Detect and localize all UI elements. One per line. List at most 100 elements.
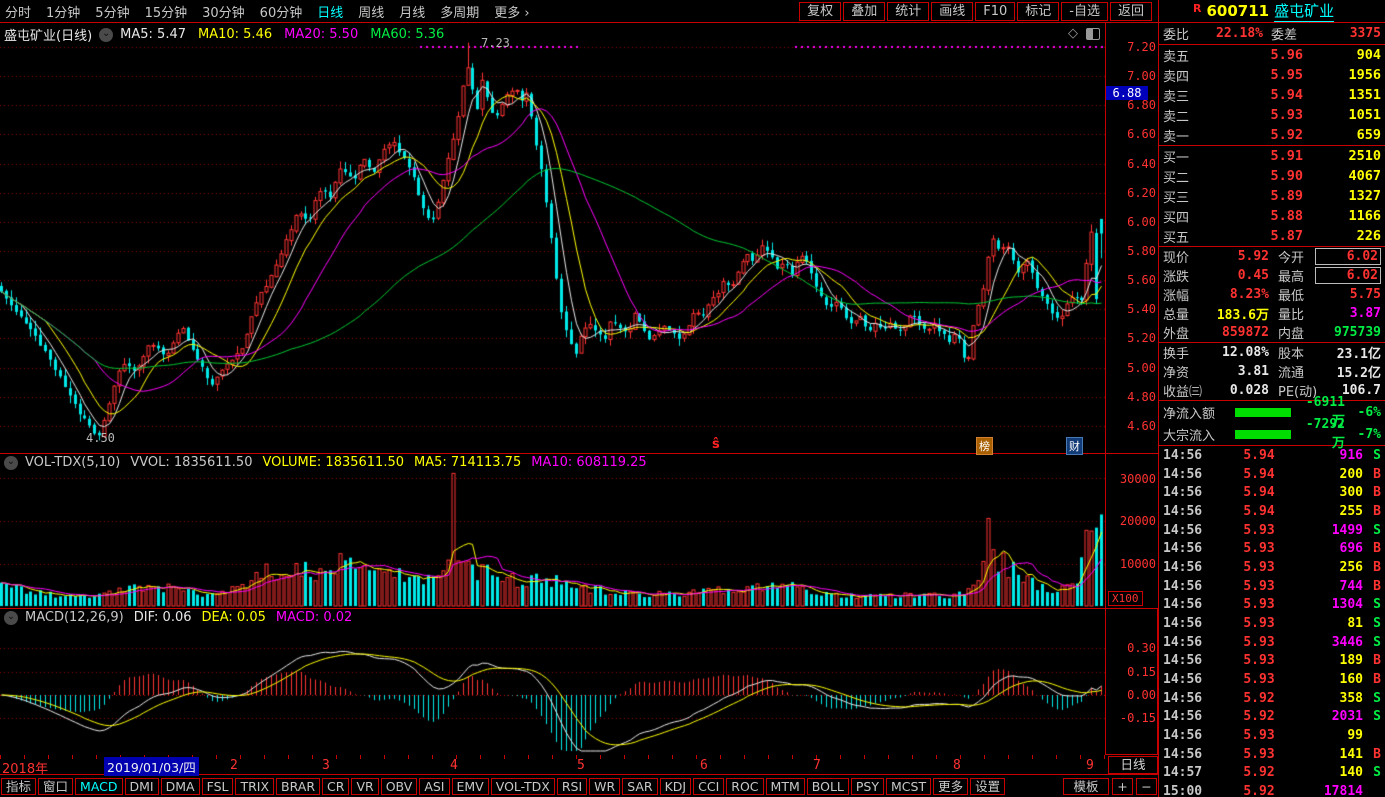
sell-level-row[interactable]: 卖一 5.92 659 bbox=[1159, 125, 1385, 145]
tick-row: 14:56 5.93 696 B bbox=[1159, 539, 1385, 558]
tick-price: 5.92 bbox=[1207, 709, 1311, 724]
price-chart-canvas[interactable] bbox=[0, 23, 1105, 453]
tick-qty: 300 bbox=[1311, 485, 1363, 500]
indicator-button[interactable]: CR bbox=[322, 778, 349, 795]
indicator-button[interactable]: CCI bbox=[693, 778, 724, 795]
period-menu-item[interactable]: 月线 bbox=[399, 2, 425, 21]
stock-code: 600711 bbox=[1206, 2, 1269, 20]
buy-level-row[interactable]: 买二 5.90 4067 bbox=[1159, 166, 1385, 186]
indicator-button[interactable]: 指标 bbox=[1, 778, 36, 795]
indicator-button[interactable]: DMI bbox=[125, 778, 159, 795]
indicator-button[interactable]: ASI bbox=[419, 778, 449, 795]
price-tick-label: 6.20 bbox=[1110, 186, 1156, 200]
period-menu-item[interactable]: 周线 bbox=[358, 2, 384, 21]
period-menu-item[interactable]: 30分钟 bbox=[202, 2, 245, 21]
tick-time: 14:56 bbox=[1163, 653, 1207, 668]
ma-legend: MA5: 5.47MA10: 5.46MA20: 5.50MA60: 5.36 bbox=[120, 27, 444, 42]
indicator-button[interactable]: PSY bbox=[851, 778, 884, 795]
buy-level-row[interactable]: 买三 5.89 1327 bbox=[1159, 186, 1385, 206]
indicator-button[interactable]: 更多 bbox=[933, 778, 968, 795]
indicator-button[interactable]: VR bbox=[351, 778, 378, 795]
top-menu-bar: 分时 1分钟 5分钟 15分钟 30分钟 60分钟 日线 周线 月线 多周期 更… bbox=[0, 0, 1385, 23]
stat-label: 最高 bbox=[1269, 266, 1315, 285]
diamond-tool-icon[interactable]: ◇ bbox=[1068, 26, 1078, 41]
period-menu-item[interactable]: 日线 bbox=[317, 2, 343, 21]
indicator-button[interactable]: KDJ bbox=[660, 778, 692, 795]
price-chart-header: 盛屯矿业(日线) ⌄ MA5: 5.47MA10: 5.46MA20: 5.50… bbox=[4, 25, 444, 44]
volume-chart-canvas[interactable] bbox=[0, 453, 1105, 608]
period-menu-item[interactable]: 1分钟 bbox=[46, 2, 80, 21]
split-window-icon[interactable] bbox=[1086, 28, 1100, 40]
vol-label: VOLUME: 1835611.50 bbox=[262, 455, 404, 470]
level-price: 5.92 bbox=[1197, 127, 1303, 143]
chart-tool-button[interactable]: 复权 bbox=[799, 2, 841, 21]
macd-chart-canvas[interactable] bbox=[0, 608, 1105, 755]
buy-level-row[interactable]: 买一 5.91 2510 bbox=[1159, 146, 1385, 166]
weibi-value: 22.18% bbox=[1199, 26, 1263, 41]
money-flow: 净流入额 -6911万 -6% 大宗流入 -7292万 -7% bbox=[1159, 401, 1385, 446]
period-menu-item[interactable]: 分时 bbox=[5, 2, 31, 21]
sell-level-row[interactable]: 卖四 5.95 1956 bbox=[1159, 65, 1385, 85]
finance-badge[interactable]: 财 bbox=[1066, 437, 1083, 455]
collapse-chevron-icon[interactable]: ⌄ bbox=[4, 611, 18, 625]
chart-tool-button[interactable]: F10 bbox=[975, 2, 1015, 21]
indicator-button[interactable]: BOLL bbox=[807, 778, 849, 795]
zoom-in-button[interactable]: + bbox=[1112, 778, 1133, 795]
collapse-chevron-icon[interactable]: ⌄ bbox=[99, 28, 113, 42]
chart-tool-button[interactable]: 标记 bbox=[1017, 2, 1059, 21]
chart-tool-button[interactable]: -自选 bbox=[1061, 2, 1108, 21]
indicator-button[interactable]: ROC bbox=[726, 778, 763, 795]
level-qty: 904 bbox=[1303, 47, 1381, 63]
chart-title: 盛屯矿业(日线) bbox=[4, 25, 92, 44]
tick-time: 14:56 bbox=[1163, 672, 1207, 687]
period-menu-item[interactable]: 5分钟 bbox=[95, 2, 129, 21]
low-price-annotation: 4.50 bbox=[86, 431, 115, 445]
year-label: 2018年 bbox=[2, 758, 48, 777]
indicator-button[interactable]: DMA bbox=[161, 778, 200, 795]
indicator-button[interactable]: RSI bbox=[557, 778, 587, 795]
chart-tool-button[interactable]: 返回 bbox=[1110, 2, 1152, 21]
ranking-badge[interactable]: 榜 bbox=[976, 437, 993, 455]
buy-level-row[interactable]: 买五 5.87 226 bbox=[1159, 226, 1385, 246]
indicator-button[interactable]: EMV bbox=[452, 778, 489, 795]
indicator-button[interactable]: WR bbox=[589, 778, 620, 795]
tick-time: 14:56 bbox=[1163, 541, 1207, 556]
stock-name[interactable]: 盛屯矿业 bbox=[1274, 0, 1334, 22]
indicator-button[interactable]: FSL bbox=[202, 778, 234, 795]
period-menu-item[interactable]: 更多 › bbox=[494, 2, 529, 21]
sell-level-row[interactable]: 卖三 5.94 1351 bbox=[1159, 85, 1385, 105]
indicator-button[interactable]: SAR bbox=[622, 778, 657, 795]
level-qty: 4067 bbox=[1303, 168, 1381, 184]
indicator-button[interactable]: OBV bbox=[381, 778, 418, 795]
tick-row: 14:56 5.93 81 S bbox=[1159, 614, 1385, 633]
tick-side: B bbox=[1363, 541, 1381, 556]
tick-side: B bbox=[1363, 485, 1381, 500]
tick-price: 5.93 bbox=[1207, 560, 1311, 575]
indicator-button[interactable]: MCST bbox=[886, 778, 931, 795]
chart-tool-button[interactable]: 画线 bbox=[931, 2, 973, 21]
level-price: 5.87 bbox=[1197, 228, 1303, 244]
level-qty: 1327 bbox=[1303, 188, 1381, 204]
sell-level-row[interactable]: 卖二 5.93 1051 bbox=[1159, 105, 1385, 125]
chart-tool-button[interactable]: 叠加 bbox=[843, 2, 885, 21]
period-menu-item[interactable]: 多周期 bbox=[440, 2, 479, 21]
period-menu-item[interactable]: 15分钟 bbox=[145, 2, 188, 21]
collapse-chevron-icon[interactable]: ⌄ bbox=[4, 456, 18, 470]
buy-level-row[interactable]: 买四 5.88 1166 bbox=[1159, 206, 1385, 226]
level-label: 卖三 bbox=[1163, 86, 1197, 105]
weicha-value: 3375 bbox=[1307, 26, 1381, 41]
sell-level-row[interactable]: 卖五 5.96 904 bbox=[1159, 45, 1385, 65]
period-indicator[interactable]: 日线 bbox=[1108, 756, 1158, 774]
zoom-out-button[interactable]: − bbox=[1136, 778, 1157, 795]
indicator-button[interactable]: 设置 bbox=[970, 778, 1005, 795]
indicator-button[interactable]: BRAR bbox=[276, 778, 320, 795]
indicator-button[interactable]: VOL-TDX bbox=[491, 778, 555, 795]
indicator-button[interactable]: MACD bbox=[75, 778, 122, 795]
chart-tool-button[interactable]: 统计 bbox=[887, 2, 929, 21]
indicator-button[interactable]: TRIX bbox=[235, 778, 274, 795]
indicator-button[interactable]: 窗口 bbox=[38, 778, 73, 795]
price-tick-label: 6.60 bbox=[1110, 127, 1156, 141]
indicator-button[interactable]: MTM bbox=[766, 778, 805, 795]
template-button[interactable]: 模板 bbox=[1063, 778, 1109, 795]
period-menu-item[interactable]: 60分钟 bbox=[260, 2, 303, 21]
